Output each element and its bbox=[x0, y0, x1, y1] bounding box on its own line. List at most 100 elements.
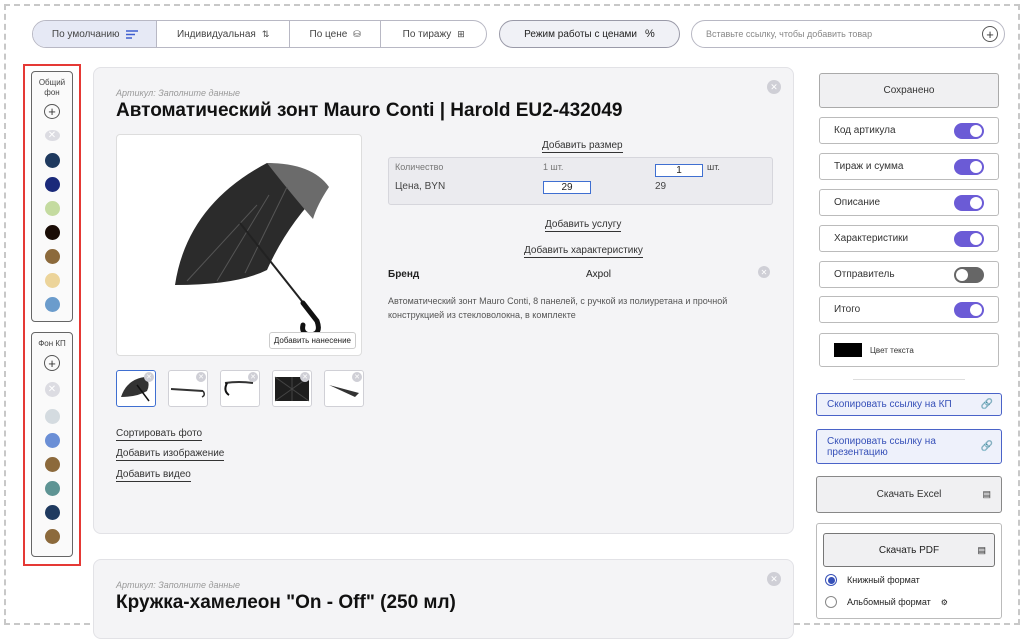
sort-default-button[interactable]: По умолчанию bbox=[33, 21, 158, 47]
saved-button[interactable]: Сохранено bbox=[819, 73, 999, 108]
add-feature-link[interactable]: Добавить характеристику bbox=[524, 240, 643, 258]
add-kp-plus-icon[interactable]: + bbox=[44, 355, 60, 371]
qty-input[interactable]: 1 bbox=[655, 164, 703, 177]
toggle-switch[interactable] bbox=[954, 302, 984, 318]
background-color-swatch[interactable] bbox=[44, 201, 60, 216]
remove-product-icon[interactable]: ✕ bbox=[767, 572, 781, 586]
add-service-link[interactable]: Добавить услугу bbox=[545, 214, 622, 232]
link-icon: 🔗 bbox=[980, 441, 993, 452]
toggle-label: Отправитель bbox=[834, 269, 895, 280]
toggle-switch[interactable] bbox=[954, 267, 984, 283]
text-color-swatch[interactable] bbox=[834, 343, 862, 357]
kp-color-swatch[interactable] bbox=[44, 505, 60, 520]
file-icon: ▤ bbox=[977, 544, 986, 555]
remove-photo-icon[interactable]: ✕ bbox=[248, 372, 258, 382]
sort-price-button[interactable]: По цене ⛁ bbox=[290, 21, 382, 47]
background-swatch-panel: Общий фон + ✕ bbox=[31, 71, 73, 322]
photo-thumbnail[interactable]: ✕ bbox=[324, 370, 364, 407]
remove-product-icon[interactable]: ✕ bbox=[767, 80, 781, 94]
format-landscape-option[interactable]: Альбомный формат ⚙ bbox=[825, 596, 948, 608]
toggle-switch[interactable] bbox=[954, 231, 984, 247]
kp-color-swatch[interactable] bbox=[44, 457, 60, 472]
add-background-plus-icon[interactable]: + bbox=[44, 104, 60, 119]
grid-icon: ⊞ bbox=[457, 28, 465, 39]
radio-unchecked[interactable] bbox=[825, 596, 837, 608]
toggle-label: Характеристики bbox=[834, 233, 909, 244]
gear-icon: ⚙ bbox=[940, 597, 948, 607]
kp-color-swatch[interactable] bbox=[44, 529, 60, 544]
radio-checked[interactable] bbox=[825, 574, 837, 586]
brand-label: Бренд bbox=[388, 269, 420, 280]
add-print-button[interactable]: Добавить нанесение bbox=[268, 332, 356, 349]
toggle-switch[interactable] bbox=[954, 123, 984, 139]
product-main-image: Добавить нанесение bbox=[116, 134, 362, 356]
sort-photos-link[interactable]: Сортировать фото bbox=[116, 423, 203, 441]
sort-arrows-icon: ⇅ bbox=[261, 28, 270, 39]
clear-kp-icon[interactable]: ✕ bbox=[44, 382, 60, 397]
link-icon: 🔗 bbox=[980, 399, 993, 410]
toggle-switch[interactable] bbox=[954, 195, 984, 211]
sort-lines-icon bbox=[125, 29, 138, 39]
toggle-label: Код артикула bbox=[834, 125, 896, 136]
format-portrait-option[interactable]: Книжный формат bbox=[825, 574, 920, 586]
umbrella-image bbox=[175, 163, 329, 338]
article-line: Артикул: Заполните данные bbox=[116, 88, 240, 98]
remove-feature-icon[interactable]: ✕ bbox=[758, 266, 770, 278]
photo-thumbnail[interactable]: ✕ bbox=[168, 370, 208, 407]
brand-value: Axpol bbox=[586, 269, 612, 280]
price-mode-button[interactable]: Режим работы с ценами % bbox=[499, 20, 680, 48]
product-title: Автоматический зонт Mauro Conti | Harold… bbox=[116, 100, 623, 121]
photo-thumbnail[interactable]: ✕ bbox=[220, 370, 260, 407]
background-swatch-list bbox=[44, 153, 60, 321]
url-input[interactable]: Вставьте ссылку, чтобы добавить товар + bbox=[691, 20, 1005, 48]
toggle-switch[interactable] bbox=[954, 159, 984, 175]
price-label: Цена, BYN bbox=[395, 181, 446, 192]
product-card: ✕ Артикул: Заполните данные Автоматическ… bbox=[93, 67, 794, 534]
sort-segmented-control: По умолчанию Индивидуальная ⇅ По цене ⛁ … bbox=[32, 20, 487, 48]
qty-label: Количество bbox=[395, 162, 444, 172]
article-value-field[interactable]: Заполните данные bbox=[158, 580, 240, 590]
text-color-label: Цвет текста bbox=[870, 345, 914, 355]
remove-photo-icon[interactable]: ✕ bbox=[144, 372, 154, 382]
remove-photo-icon[interactable]: ✕ bbox=[300, 372, 310, 382]
kp-swatch-list bbox=[44, 409, 60, 553]
toggle-label: Тираж и сумма bbox=[834, 161, 904, 172]
photo-thumbnail[interactable]: ✕ bbox=[272, 370, 312, 407]
kp-color-swatch[interactable] bbox=[44, 433, 60, 448]
article-label: Артикул: bbox=[116, 88, 156, 98]
copy-presentation-link-button[interactable]: Скопировать ссылку на презентацию 🔗 bbox=[816, 429, 1002, 464]
remove-photo-icon[interactable]: ✕ bbox=[352, 372, 362, 382]
price-value: 29 bbox=[655, 181, 667, 192]
product-description: Автоматический зонт Mauro Conti, 8 панел… bbox=[388, 296, 728, 320]
file-icon: ▤ bbox=[982, 489, 991, 499]
background-color-swatch[interactable] bbox=[44, 177, 60, 192]
sort-run-button[interactable]: По тиражу ⊞ bbox=[381, 21, 486, 47]
pdf-panel: Скачать PDF ▤ Книжный формат Альбомный ф… bbox=[816, 523, 1002, 619]
add-image-link[interactable]: Добавить изображение bbox=[116, 443, 225, 461]
toggle-row: Отправитель bbox=[819, 261, 999, 288]
background-color-swatch[interactable] bbox=[44, 225, 60, 240]
article-value-field[interactable]: Заполните данные bbox=[158, 88, 240, 98]
toggle-label: Описание bbox=[834, 197, 881, 208]
download-pdf-button[interactable]: Скачать PDF ▤ bbox=[823, 533, 995, 567]
download-excel-button[interactable]: Скачать Excel ▤ bbox=[816, 476, 1002, 513]
remove-photo-icon[interactable]: ✕ bbox=[196, 372, 206, 382]
clear-background-icon[interactable]: ✕ bbox=[44, 130, 60, 141]
background-color-swatch[interactable] bbox=[44, 153, 60, 168]
kp-color-swatch[interactable] bbox=[44, 409, 60, 424]
add-url-plus-icon[interactable]: + bbox=[982, 26, 998, 42]
price-input[interactable]: 29 bbox=[543, 181, 591, 194]
background-color-swatch[interactable] bbox=[44, 297, 60, 312]
qty-unit-text: 1 шт. bbox=[543, 162, 564, 172]
copy-kp-link-button[interactable]: Скопировать ссылку на КП 🔗 bbox=[816, 393, 1002, 416]
divider bbox=[853, 379, 965, 380]
sort-individual-button[interactable]: Индивидуальная ⇅ bbox=[157, 21, 290, 47]
kp-color-swatch[interactable] bbox=[44, 481, 60, 496]
background-color-swatch[interactable] bbox=[44, 273, 60, 288]
toggle-row: Итого bbox=[819, 296, 999, 323]
background-color-swatch[interactable] bbox=[44, 249, 60, 264]
add-video-link[interactable]: Добавить видео bbox=[116, 464, 191, 482]
toggle-row: Тираж и сумма bbox=[819, 153, 999, 180]
photo-thumbnail[interactable]: ✕ bbox=[116, 370, 156, 407]
add-size-link[interactable]: Добавить размер bbox=[542, 135, 623, 153]
